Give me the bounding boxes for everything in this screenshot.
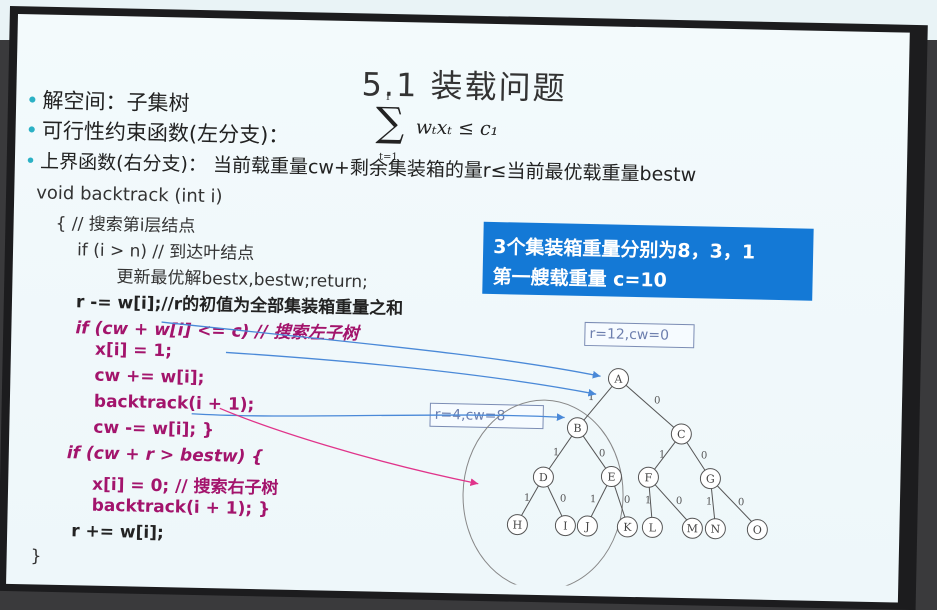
arrow-to-node-d <box>219 407 479 487</box>
slide-screen: 5.1 装载问题 • 解空间：子集树 • 可行性约束函数(左分支)： • 上界函数(右… <box>6 14 910 603</box>
annotation-arrows <box>161 321 601 487</box>
arrow-to-root-2 <box>225 351 597 397</box>
arrow-to-node-b <box>191 413 565 421</box>
arrow-to-root <box>161 321 601 379</box>
